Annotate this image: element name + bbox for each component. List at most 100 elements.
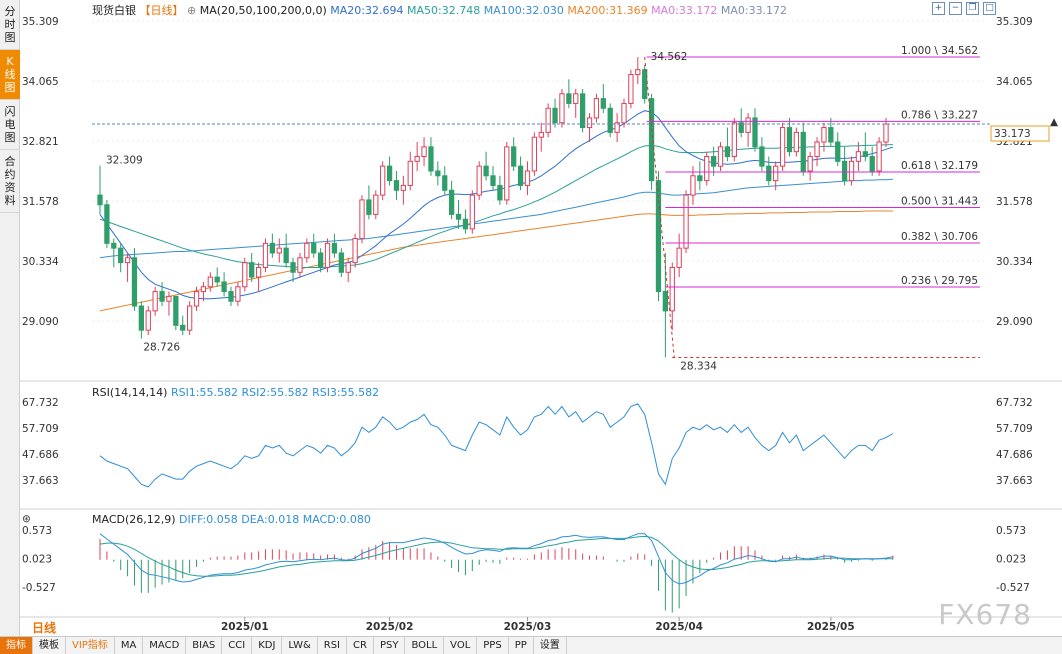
plus-box-icon[interactable]: + bbox=[932, 2, 945, 15]
candle-body-91 bbox=[724, 146, 731, 158]
rsi-tick-left-2: 47.686 bbox=[22, 449, 59, 461]
candle-body-51 bbox=[448, 189, 455, 215]
candle-body-16 bbox=[207, 276, 213, 288]
toolbar-item-10[interactable]: CR bbox=[347, 637, 374, 654]
macd-value-1: DEA:0.018 bbox=[241, 513, 302, 526]
toolbar-item-14[interactable]: PPS bbox=[477, 637, 509, 654]
macd-header: MACD(26,12,9) DIFF:0.058 DEA:0.018 MACD:… bbox=[92, 513, 371, 526]
toolbar-item-11[interactable]: PSY bbox=[374, 637, 406, 654]
candle-body-103 bbox=[807, 156, 813, 172]
candle-body-41 bbox=[380, 165, 386, 196]
ma-value-0: MA20:32.694 bbox=[330, 4, 407, 17]
candle-body-17 bbox=[214, 276, 220, 283]
toolbar-item-7[interactable]: KDJ bbox=[252, 637, 283, 654]
toolbar-item-8[interactable]: LW& bbox=[282, 637, 318, 654]
candle-body-114 bbox=[883, 123, 889, 143]
maximize-icon[interactable]: □ bbox=[983, 2, 996, 15]
toolbar-item-13[interactable]: VOL bbox=[444, 637, 478, 654]
price-tick-left-5: 29.090 bbox=[22, 316, 59, 328]
candle-body-8 bbox=[152, 291, 158, 312]
toolbar-item-15[interactable]: PP bbox=[509, 637, 534, 654]
watermark: FX678 bbox=[938, 598, 1032, 631]
minus-box-icon[interactable]: − bbox=[949, 2, 962, 15]
rsi-tick-left-3: 37.663 bbox=[22, 475, 59, 487]
rsi-tick-left-0: 67.732 bbox=[22, 397, 59, 409]
rsi-value-1: RSI2:55.582 bbox=[242, 386, 313, 399]
toolbar-item-12[interactable]: BOLL bbox=[405, 637, 445, 654]
side-tab-1[interactable]: K线图 bbox=[0, 50, 20, 100]
ma-value-4: MA0:33.172 bbox=[651, 4, 721, 17]
rsi-tick-right-2: 47.686 bbox=[996, 449, 1033, 461]
fib-label-3: 0.500 \ 31.443 bbox=[901, 195, 978, 207]
candle-body-77 bbox=[628, 73, 634, 104]
price-tick-right-0: 35.309 bbox=[996, 16, 1033, 28]
toolbar-item-3[interactable]: MA bbox=[115, 637, 144, 654]
candle-body-61 bbox=[517, 165, 524, 186]
restore-icon[interactable]: ❐ bbox=[966, 2, 979, 15]
candle-body-12 bbox=[180, 324, 186, 331]
candle-body-42 bbox=[386, 165, 393, 182]
candle-body-32 bbox=[317, 252, 324, 268]
left-low-annotation: 28.726 bbox=[143, 342, 180, 354]
candle-body-101 bbox=[793, 131, 800, 153]
candle-body-95 bbox=[752, 117, 758, 148]
candle-body-45 bbox=[407, 160, 413, 186]
toolbar-item-16[interactable]: 设置 bbox=[534, 637, 567, 654]
candle-body-98 bbox=[773, 165, 779, 182]
toolbar-item-0[interactable]: 指标 bbox=[0, 637, 33, 654]
candle-body-28 bbox=[290, 262, 296, 273]
candle-body-73 bbox=[600, 98, 606, 109]
candle-body-11 bbox=[173, 295, 179, 326]
fib-label-1: 0.786 \ 33.227 bbox=[901, 109, 978, 121]
toolbar-item-4[interactable]: MACD bbox=[143, 637, 187, 654]
price-tick-right-3: 31.578 bbox=[996, 196, 1033, 208]
candle-body-86 bbox=[690, 175, 696, 196]
candle-body-24 bbox=[262, 242, 269, 268]
toolbar-item-6[interactable]: CCI bbox=[222, 637, 253, 654]
candle-body-43 bbox=[393, 180, 400, 191]
candle-body-33 bbox=[324, 242, 331, 268]
macd-label: MACD(26,12,9) bbox=[92, 513, 179, 526]
candle-body-71 bbox=[586, 117, 593, 129]
rsi-tick-right-0: 67.732 bbox=[996, 397, 1033, 409]
period-label[interactable]: 日线 bbox=[32, 619, 56, 636]
candle-body-92 bbox=[731, 122, 737, 158]
toolbar-item-9[interactable]: RSI bbox=[318, 637, 348, 654]
candle-body-60 bbox=[511, 146, 517, 167]
candle-body-110 bbox=[855, 151, 862, 162]
rsi-tick-right-1: 57.709 bbox=[996, 423, 1033, 435]
candle-body-68 bbox=[566, 93, 572, 104]
candle-body-26 bbox=[276, 247, 282, 254]
candle-body-88 bbox=[704, 156, 710, 182]
candle-body-94 bbox=[745, 117, 751, 133]
candle-body-102 bbox=[800, 131, 806, 172]
toolbar-item-2[interactable]: VIP指标 bbox=[66, 637, 115, 654]
price-tick-right-4: 30.334 bbox=[996, 256, 1033, 268]
candle-body-9 bbox=[159, 291, 165, 302]
candle-body-57 bbox=[490, 175, 496, 186]
macd-tick-right-0: 0.573 bbox=[996, 525, 1026, 537]
side-tab-0[interactable]: 分时图 bbox=[0, 0, 20, 50]
candle-body-31 bbox=[311, 242, 317, 254]
candle-body-90 bbox=[717, 146, 724, 167]
candle-body-76 bbox=[621, 102, 627, 124]
candle-body-66 bbox=[552, 107, 558, 124]
toolbar-item-1[interactable]: 模板 bbox=[33, 637, 66, 654]
fib-label-4: 0.382 \ 30.706 bbox=[901, 231, 978, 243]
low-annotation: 28.334 bbox=[680, 360, 717, 372]
side-tab-2[interactable]: 闪电图 bbox=[0, 100, 20, 150]
candle-body-47 bbox=[421, 146, 427, 158]
candle-body-3 bbox=[118, 247, 124, 264]
side-tab-3[interactable]: 合约资料 bbox=[0, 150, 20, 213]
macd-settings-icon: ⊛ bbox=[22, 513, 31, 525]
toolbar-item-5[interactable]: BIAS bbox=[186, 637, 223, 654]
candle-body-104 bbox=[814, 141, 820, 158]
candle-body-62 bbox=[524, 170, 531, 186]
chart-canvas[interactable]: 现货白银 【日线】 ⊕ MA(20,50,100,200,0,0) MA20:3… bbox=[20, 0, 1062, 636]
instrument-title: 现货白银 bbox=[92, 3, 140, 17]
candle-body-29 bbox=[297, 257, 303, 273]
candle-body-0 bbox=[97, 194, 103, 206]
price-header: 现货白银 【日线】 ⊕ MA(20,50,100,200,0,0) MA20:3… bbox=[92, 3, 787, 17]
candle-body-48 bbox=[428, 146, 434, 172]
ma-value-5: MA0:33.172 bbox=[721, 4, 787, 17]
